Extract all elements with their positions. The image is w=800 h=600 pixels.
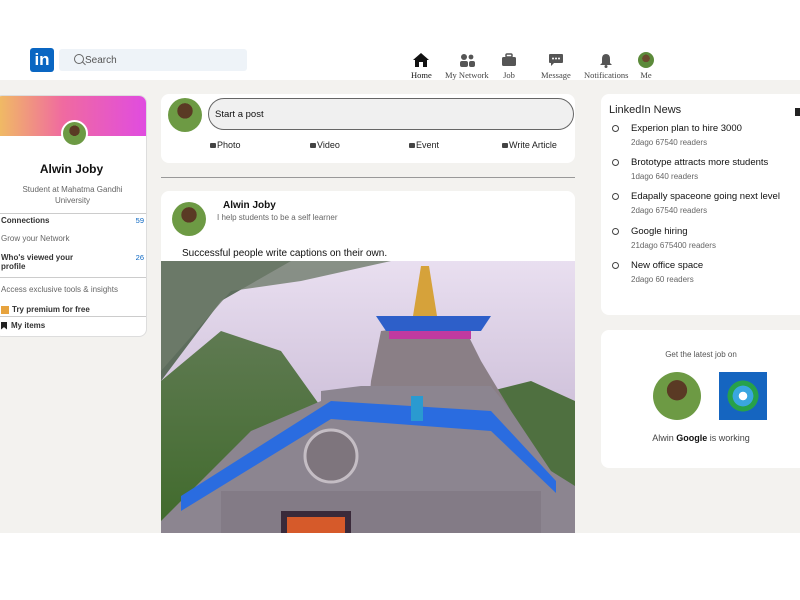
access-tools-text: Access exclusive tools & insights bbox=[1, 285, 118, 294]
profile-name[interactable]: Alwin Joby bbox=[0, 162, 146, 176]
news-item-meta: 2dago 60 readers bbox=[631, 275, 694, 284]
bullet-icon bbox=[612, 262, 619, 269]
post-caption: Successful people write captions on thei… bbox=[182, 248, 388, 259]
news-item-meta: 21dago 675400 readers bbox=[631, 241, 716, 250]
bullet-icon bbox=[612, 228, 619, 235]
search-input[interactable] bbox=[85, 52, 235, 68]
connections-row[interactable]: Connections 59 bbox=[1, 216, 146, 225]
post-author-avatar[interactable] bbox=[172, 202, 206, 236]
nav-label: Job bbox=[503, 70, 515, 80]
bullet-icon bbox=[612, 125, 619, 132]
post-image[interactable] bbox=[161, 261, 575, 533]
divider bbox=[0, 316, 146, 317]
try-premium-link[interactable]: Try premium for free bbox=[1, 305, 90, 314]
composer-avatar bbox=[168, 98, 202, 132]
write-article-label: Write Article bbox=[509, 140, 557, 150]
event-button[interactable]: Event bbox=[409, 140, 439, 150]
news-item-title: Google hiring bbox=[631, 226, 688, 237]
profile-views-count: 26 bbox=[135, 253, 144, 262]
linkedin-news-panel: LinkedIn News Experion plan to hire 3000… bbox=[601, 94, 800, 315]
profile-card: Alwin Joby Student at Mahatma Gandhi Uni… bbox=[0, 95, 147, 337]
photo-button[interactable]: Photo bbox=[210, 140, 241, 150]
nav-label: Home bbox=[411, 70, 432, 80]
news-item-meta: 2dago 67540 readers bbox=[631, 138, 708, 147]
nav-label: Message bbox=[541, 70, 571, 80]
job-promo-card: Get the latest job on Alwin Google is wo… bbox=[601, 330, 800, 468]
bullet-icon bbox=[612, 159, 619, 166]
jobs-status-line: Alwin Google is working bbox=[601, 433, 800, 443]
video-icon bbox=[310, 142, 316, 148]
app: in Home My Network Job M bbox=[0, 0, 800, 533]
divider bbox=[0, 213, 146, 214]
briefcase-icon bbox=[500, 52, 518, 68]
jobs-user: Alwin bbox=[652, 433, 674, 443]
bookmark-icon bbox=[1, 321, 7, 330]
linkedin-logo[interactable]: in bbox=[30, 48, 54, 72]
message-icon bbox=[547, 52, 565, 68]
jobs-suffix: is working bbox=[709, 433, 750, 443]
top-navbar: in Home My Network Job M bbox=[0, 0, 800, 80]
news-item-meta: 2dago 67540 readers bbox=[631, 206, 708, 215]
nav-job[interactable]: Job bbox=[500, 52, 518, 80]
company-logo[interactable] bbox=[719, 372, 767, 420]
video-button[interactable]: Video bbox=[310, 140, 340, 150]
profile-avatar[interactable] bbox=[61, 120, 88, 147]
home-icon bbox=[412, 52, 430, 68]
connections-label: Connections bbox=[1, 216, 50, 225]
start-post-button[interactable]: Start a post bbox=[208, 98, 574, 130]
event-label: Event bbox=[416, 140, 440, 150]
nav-me[interactable]: Me bbox=[637, 52, 655, 80]
news-item-title: Edapally spaceone going next level bbox=[631, 191, 780, 202]
bell-icon bbox=[597, 52, 615, 68]
divider bbox=[0, 277, 146, 278]
post-composer: Start a post Photo Video Event Write Art… bbox=[161, 94, 575, 163]
my-items-link[interactable]: My items bbox=[1, 321, 45, 330]
nav-label: My Network bbox=[445, 70, 489, 80]
grow-network-link[interactable]: Grow your Network bbox=[1, 234, 69, 243]
bullet-icon bbox=[612, 193, 619, 200]
article-icon bbox=[502, 142, 508, 148]
profile-views-row[interactable]: Who's viewed your profile 26 bbox=[1, 253, 146, 271]
post-author-headline: I help students to be a self learner bbox=[217, 213, 338, 222]
news-item-title: New office space bbox=[631, 260, 704, 271]
jobs-title: Get the latest job on bbox=[665, 350, 737, 359]
search-icon bbox=[74, 54, 84, 64]
photo-label: Photo bbox=[217, 140, 241, 150]
nav-my-network[interactable]: My Network bbox=[445, 52, 489, 80]
jobs-company: Google bbox=[676, 433, 708, 443]
write-article-button[interactable]: Write Article bbox=[502, 140, 557, 150]
nav-notifications[interactable]: Notifications bbox=[584, 52, 628, 80]
feed-post: Alwin Joby I help students to be a self … bbox=[161, 191, 575, 533]
connections-count: 59 bbox=[135, 216, 144, 225]
profile-description: Student at Mahatma Gandhi University bbox=[22, 185, 123, 205]
news-item-title: Brototype attracts more students bbox=[631, 157, 769, 168]
info-icon[interactable] bbox=[795, 108, 800, 116]
profile-views-label: Who's viewed your profile bbox=[1, 253, 74, 271]
news-item-title: Experion plan to hire 3000 bbox=[631, 123, 742, 134]
nav-message[interactable]: Message bbox=[541, 52, 571, 80]
news-title: LinkedIn News bbox=[609, 104, 682, 116]
nav-home[interactable]: Home bbox=[411, 52, 432, 80]
news-item-meta: 1dago 640 readers bbox=[631, 172, 699, 181]
my-items-label: My items bbox=[11, 321, 46, 330]
photo-icon bbox=[210, 142, 216, 148]
event-icon bbox=[409, 142, 415, 148]
video-label: Video bbox=[317, 140, 340, 150]
post-author-name[interactable]: Alwin Joby bbox=[223, 200, 276, 211]
search-bar[interactable] bbox=[59, 49, 247, 71]
premium-icon bbox=[1, 305, 9, 314]
user-avatar bbox=[653, 372, 701, 420]
avatar bbox=[638, 52, 654, 68]
nav-label: Notifications bbox=[584, 70, 629, 80]
network-icon bbox=[458, 52, 476, 68]
nav-label: Me bbox=[640, 70, 652, 80]
feed-divider bbox=[161, 177, 575, 178]
premium-label: Try premium for free bbox=[12, 305, 90, 314]
